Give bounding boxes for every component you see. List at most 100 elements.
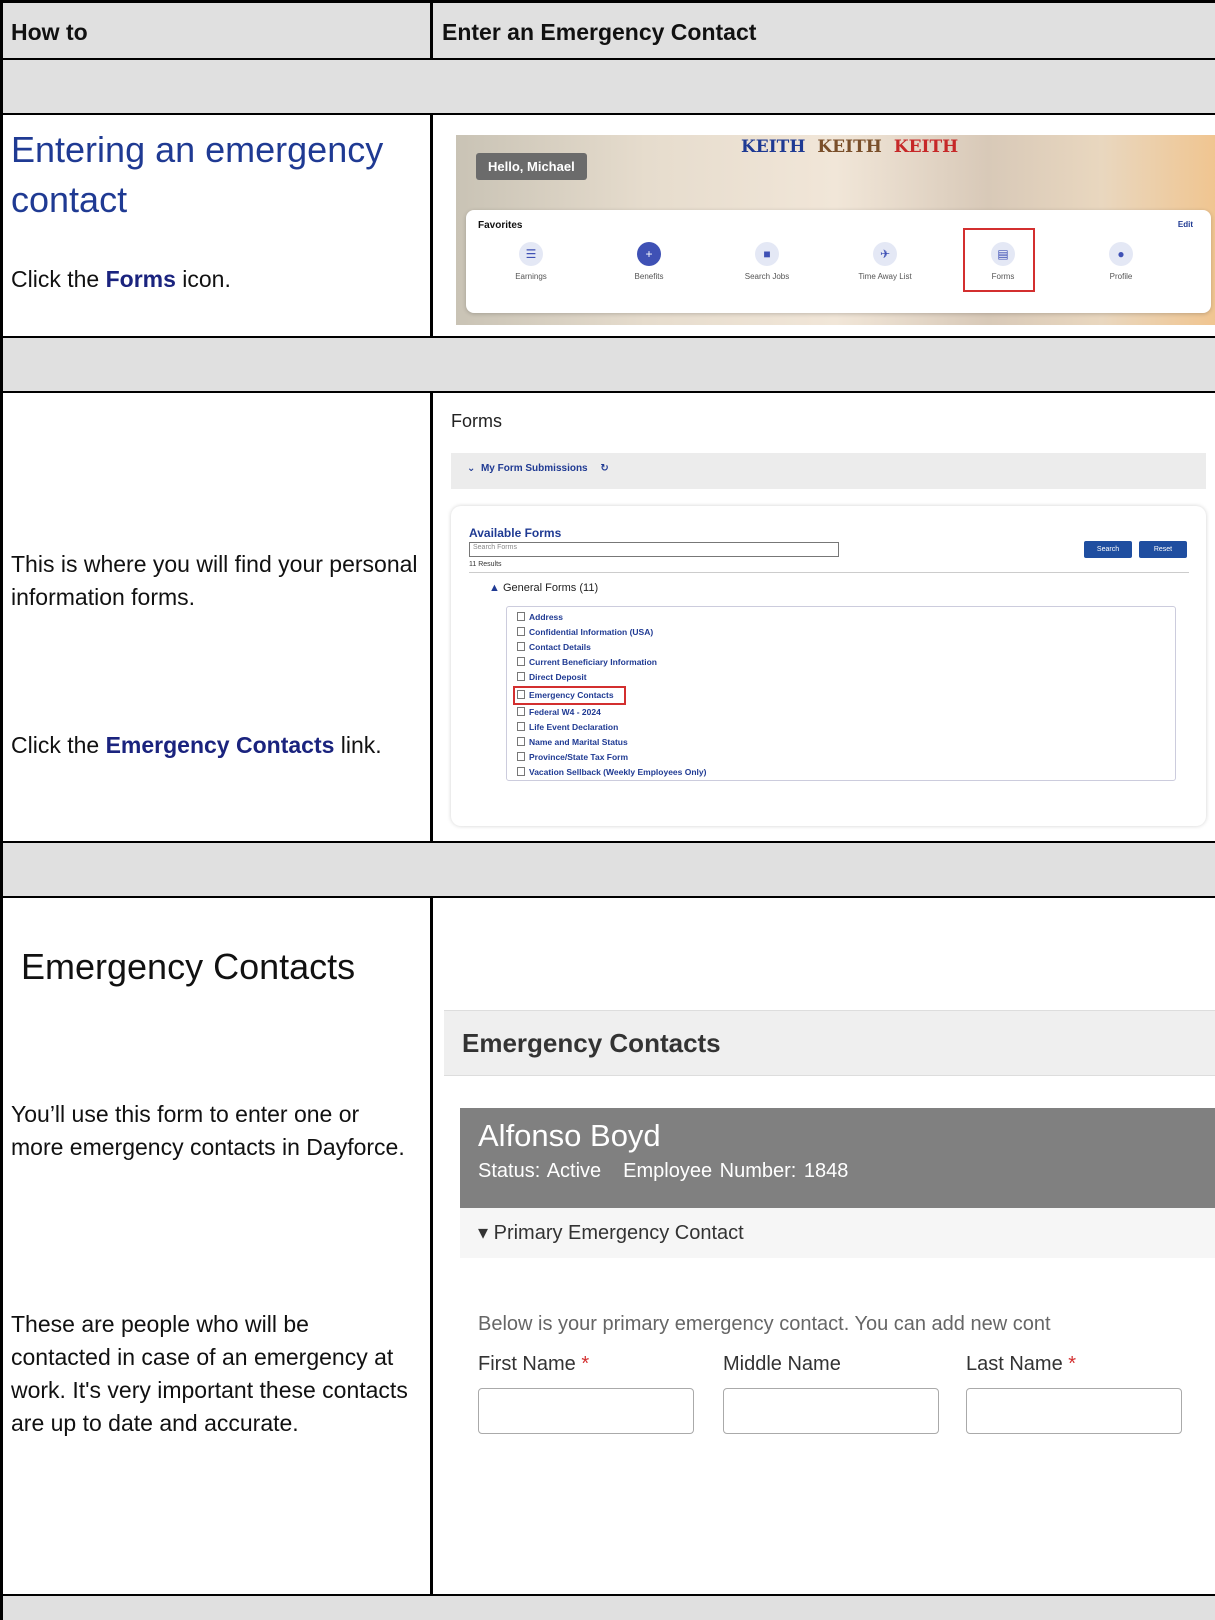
logo-1: KEITH — [741, 137, 806, 157]
form-link[interactable]: Federal W4 - 2024 — [517, 705, 1165, 720]
favorite-search-jobs-label: Search Jobs — [744, 272, 790, 281]
step2-screenshot-cell: Forms ⌄ My Form Submissions ↻ Available … — [436, 393, 1215, 841]
step1-forms-term: Forms — [105, 266, 176, 292]
employee-name: Alfonso Boyd — [478, 1118, 661, 1153]
step3-screenshot-cell: Emergency Contacts Alfonso Boyd Status: … — [436, 898, 1215, 1594]
step2-description: This is where you will find your persona… — [11, 551, 418, 610]
earnings-icon: ☰ — [519, 242, 543, 266]
first-name-label-text: First Name — [478, 1353, 576, 1375]
favorite-profile-label: Profile — [1109, 272, 1133, 281]
emergency-contacts-link[interactable]: Emergency Contacts — [513, 686, 626, 705]
step1-text-pre: Click the — [11, 266, 106, 292]
form-link-label: Federal W4 - 2024 — [529, 707, 601, 717]
form-link[interactable]: Direct Deposit — [517, 670, 1165, 685]
form-link[interactable]: Contact Details — [517, 640, 1165, 655]
form-link-label: Address — [529, 612, 564, 622]
document-icon — [517, 737, 525, 746]
airplane-icon: ✈ — [873, 242, 897, 266]
greeting-badge: Hello, Michael — [476, 153, 587, 180]
step2-emergency-term: Emergency Contacts — [105, 732, 335, 758]
form-link-label: Direct Deposit — [529, 672, 587, 682]
favorite-benefits[interactable]: + Benefits — [594, 242, 704, 281]
step1-instruction: Click the Forms icon. — [11, 263, 231, 296]
favorite-profile[interactable]: ● Profile — [1066, 242, 1176, 281]
plus-circle-icon: + — [637, 242, 661, 266]
form-link-label: Name and Marital Status — [529, 737, 628, 747]
favorites-edit-link[interactable]: Edit — [1178, 220, 1193, 229]
general-forms-group[interactable]: ▲ General Forms (11) — [489, 582, 598, 594]
middle-name-label: Middle Name — [723, 1353, 841, 1375]
form-link-label: Contact Details — [529, 642, 591, 652]
step2-row: This is where you will find your persona… — [3, 393, 1215, 843]
header-right-cell: Enter an Emergency Contact — [436, 3, 1215, 58]
form-link-label: Vacation Sellback (Weekly Employees Only… — [529, 767, 707, 777]
form-link[interactable]: Province/State Tax Form — [517, 750, 1165, 765]
step2-text-cell: This is where you will find your persona… — [3, 393, 433, 841]
last-name-field[interactable] — [966, 1388, 1182, 1434]
briefcase-icon: ■ — [755, 242, 779, 266]
required-mark: * — [1068, 1353, 1077, 1375]
favorite-time-away-label: Time Away List — [858, 272, 912, 281]
document-icon — [517, 752, 525, 761]
step2-text-post: link. — [334, 732, 382, 758]
favorite-search-jobs[interactable]: ■ Search Jobs — [712, 242, 822, 281]
search-button[interactable]: Search — [1084, 541, 1132, 558]
logo-3: KEITH — [893, 137, 959, 157]
employee-status: Status: Active — [478, 1160, 602, 1182]
header-left-cell: How to — [3, 3, 433, 58]
document-icon — [517, 672, 525, 681]
middle-name-field[interactable] — [723, 1388, 939, 1434]
form-link[interactable]: Vacation Sellback (Weekly Employees Only… — [517, 765, 1165, 780]
favorite-benefits-label: Benefits — [634, 272, 664, 281]
step1-title: Entering an emergency contact — [11, 129, 384, 220]
step1-text-cell: Entering an emergency contact Click the … — [3, 115, 433, 336]
brand-logos: KEITH KEITH KEITH — [741, 137, 958, 157]
step1-row: Entering an emergency contact Click the … — [3, 115, 1215, 338]
my-form-submissions-bar[interactable]: ⌄ My Form Submissions ↻ — [451, 453, 1206, 489]
forms-page-title: Forms — [451, 411, 502, 431]
results-count: 11 Results — [469, 561, 502, 568]
header-row: How to Enter an Emergency Contact — [3, 0, 1215, 60]
refresh-icon[interactable]: ↻ — [600, 463, 608, 474]
last-name-label: Last Name * — [966, 1353, 1076, 1376]
favorite-earnings[interactable]: ☰ Earnings — [476, 242, 586, 281]
employee-status-line: Status: Active Employee Number: 1848 — [478, 1160, 1212, 1183]
first-name-label: First Name * — [478, 1353, 589, 1376]
favorite-time-away-list[interactable]: ✈ Time Away List — [830, 242, 940, 281]
reset-button[interactable]: Reset — [1139, 541, 1187, 558]
employee-banner: Alfonso Boyd Status: Active Employee Numb… — [460, 1108, 1215, 1208]
header-how-to: How to — [11, 19, 88, 45]
last-name-label-text: Last Name — [966, 1353, 1063, 1375]
chevron-up-icon: ▲ — [489, 582, 503, 594]
step1-text-post: icon. — [175, 266, 231, 292]
available-forms-card: Available Forms Search Forms Search Rese… — [451, 506, 1206, 826]
primary-contact-info: Below is your primary emergency contact.… — [478, 1313, 1051, 1335]
required-mark: * — [581, 1353, 590, 1375]
form-link[interactable]: Current Beneficiary Information — [517, 655, 1165, 670]
form-link[interactable]: Confidential Information (USA) — [517, 625, 1165, 640]
primary-contact-section-toggle[interactable]: ▾ Primary Emergency Contact — [460, 1208, 1215, 1258]
document-icon — [517, 642, 525, 651]
document-icon — [517, 690, 525, 699]
form-link[interactable]: Name and Marital Status — [517, 735, 1165, 750]
document-icon — [517, 767, 525, 776]
form-link-label: Confidential Information (USA) — [529, 627, 654, 637]
employee-number: Employee Number: 1848 — [623, 1160, 849, 1182]
step2-instruction: Click the Emergency Contacts link. — [11, 729, 436, 762]
document-icon — [517, 612, 525, 621]
spacer-row — [3, 338, 1215, 393]
search-forms-input[interactable]: Search Forms — [469, 542, 839, 557]
divider — [469, 572, 1189, 573]
favorites-card: Favorites Edit ☰ Earnings + Benefits ■ S… — [466, 210, 1211, 313]
available-forms-title: Available Forms — [469, 526, 562, 540]
spacer-row — [3, 1596, 1215, 1620]
step3-explanation: These are people who will be contacted i… — [11, 1311, 408, 1436]
form-link-label: Life Event Declaration — [529, 722, 619, 732]
instruction-document: How to Enter an Emergency Contact Enteri… — [0, 0, 1215, 1620]
spacer-row — [3, 843, 1215, 898]
chevron-down-icon: ⌄ — [467, 463, 481, 474]
first-name-field[interactable] — [478, 1388, 694, 1434]
document-icon — [517, 657, 525, 666]
form-link[interactable]: Life Event Declaration — [517, 720, 1165, 735]
form-link[interactable]: Address — [517, 610, 1165, 625]
